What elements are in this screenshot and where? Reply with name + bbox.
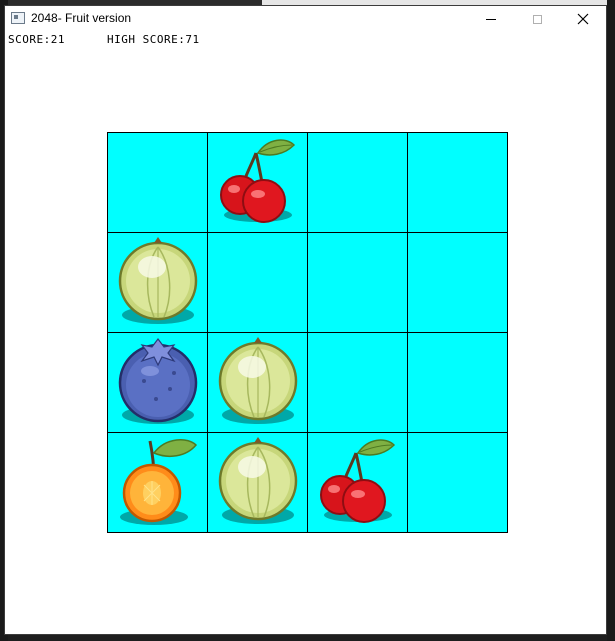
background-strip-right bbox=[607, 0, 615, 641]
board-cell bbox=[408, 133, 507, 232]
board-cell bbox=[108, 133, 207, 232]
board-cell bbox=[108, 433, 207, 532]
close-icon bbox=[577, 13, 589, 25]
board-cell bbox=[208, 133, 307, 232]
minimize-button[interactable] bbox=[468, 6, 514, 32]
board-cell bbox=[308, 233, 407, 332]
high-score-label: HIGH SCORE:71 bbox=[107, 33, 200, 46]
cherry-icon bbox=[220, 139, 296, 223]
gooseberry-icon bbox=[218, 437, 298, 524]
window-title: 2048- Fruit version bbox=[31, 11, 132, 25]
board-cell bbox=[408, 433, 507, 532]
board-cell bbox=[308, 433, 407, 532]
board-cell bbox=[408, 233, 507, 332]
title-bar[interactable]: 2048- Fruit version bbox=[5, 6, 606, 32]
board-cell bbox=[208, 233, 307, 332]
maximize-icon bbox=[532, 14, 542, 24]
close-button[interactable] bbox=[560, 6, 606, 32]
score-label: SCORE:21 bbox=[8, 33, 65, 46]
game-board[interactable] bbox=[107, 132, 508, 533]
board-cell bbox=[108, 333, 207, 432]
board-cell bbox=[208, 333, 307, 432]
board-cell bbox=[208, 433, 307, 532]
board-cell bbox=[108, 233, 207, 332]
orange-icon bbox=[120, 439, 198, 525]
board-cell bbox=[408, 333, 507, 432]
cherry-icon bbox=[320, 439, 396, 523]
game-window: 2048- Fruit version SCORE:21 HIGH SCORE:… bbox=[4, 5, 607, 635]
blueberry-icon bbox=[118, 338, 198, 424]
app-window-icon bbox=[11, 12, 25, 24]
board-cell bbox=[308, 333, 407, 432]
minimize-icon bbox=[486, 18, 496, 20]
maximize-button[interactable] bbox=[514, 6, 560, 32]
gooseberry-icon bbox=[118, 237, 198, 324]
board-cell bbox=[308, 133, 407, 232]
gooseberry-icon bbox=[218, 337, 298, 424]
